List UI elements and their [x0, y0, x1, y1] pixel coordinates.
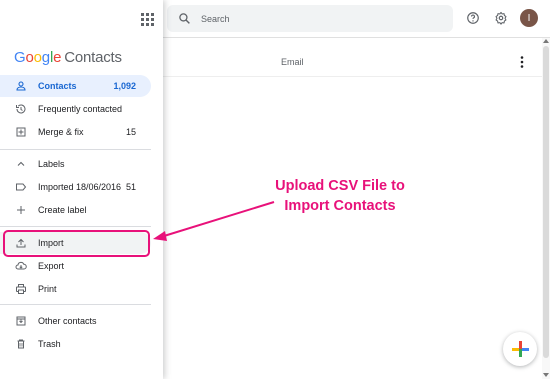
sidebar-item-trash[interactable]: Trash [0, 333, 151, 355]
help-icon[interactable] [466, 11, 480, 25]
cloud-download-icon [15, 261, 27, 270]
sidebar-item-label: Export [38, 261, 65, 271]
plus-icon [512, 341, 529, 357]
import-highlight-box [3, 230, 150, 257]
avatar[interactable]: I [520, 9, 538, 27]
apps-grid-icon[interactable] [139, 11, 155, 27]
sidebar-item-count: 51 [125, 182, 136, 192]
sidebar-item-label: Create label [38, 205, 87, 215]
plus-icon [17, 206, 25, 214]
create-contact-button[interactable] [503, 332, 537, 366]
trash-icon [17, 339, 25, 349]
chevron-up-icon [17, 161, 25, 166]
sidebar-item-contacts[interactable]: Contacts 1,092 [0, 75, 151, 97]
scroll-up-icon[interactable] [543, 39, 549, 43]
table-header: Email [163, 52, 543, 74]
avatar-initial: I [527, 12, 531, 24]
person-icon [16, 81, 26, 91]
table-header-divider [163, 76, 543, 77]
archive-icon [16, 316, 26, 326]
sidebar-item-other-contacts[interactable]: Other contacts [0, 310, 151, 332]
sidebar-item-label: Other contacts [38, 316, 97, 326]
search-bar[interactable] [167, 5, 453, 32]
annotation-line-2: Import Contacts [284, 198, 396, 214]
logo-letter: g [41, 49, 50, 66]
sidebar-divider [0, 304, 151, 305]
sidebar: Google Contacts Contacts 1,092 Frequently… [0, 0, 163, 379]
merge-icon [16, 127, 26, 137]
scroll-down-icon[interactable] [543, 373, 549, 377]
header-divider [163, 37, 550, 38]
sidebar-item-count: 1,092 [113, 81, 136, 91]
sidebar-item-imported-label[interactable]: Imported 18/06/2016 51 [0, 176, 151, 198]
sidebar-divider [0, 226, 151, 227]
sidebar-item-export[interactable]: Export [0, 255, 151, 277]
sidebar-item-print[interactable]: Print [0, 278, 151, 300]
contacts-app: I Email GoogleContacts Cont [0, 0, 550, 379]
sidebar-divider [0, 149, 151, 150]
sidebar-item-create-label[interactable]: Create label [0, 199, 151, 221]
sidebar-item-frequently-contacted[interactable]: Frequently contacted [0, 98, 151, 120]
settings-icon[interactable] [494, 11, 508, 25]
logo-letter: o [33, 49, 42, 66]
scrollbar[interactable] [542, 38, 550, 379]
more-vert-icon[interactable] [518, 55, 526, 69]
sidebar-item-label: Frequently contacted [38, 104, 123, 114]
print-icon [16, 284, 26, 294]
labels-heading-text: Labels [38, 159, 65, 169]
search-icon [179, 13, 190, 24]
sidebar-item-label: Contacts [38, 81, 77, 91]
logo-letter: o [25, 49, 34, 66]
sidebar-item-merge-fix[interactable]: Merge & fix 15 [0, 121, 151, 143]
sidebar-item-label: Print [38, 284, 57, 294]
sidebar-item-label: Merge & fix [38, 127, 84, 137]
logo-letter: G [14, 49, 26, 66]
annotation-line-1: Upload CSV File to [275, 178, 405, 194]
sidebar-item-label: Trash [38, 339, 61, 349]
label-icon [16, 183, 27, 191]
annotation-text: Upload CSV File to Import Contacts [240, 176, 440, 216]
scrollbar-thumb[interactable] [543, 46, 549, 358]
sidebar-item-label: Imported 18/06/2016 [38, 182, 122, 192]
search-input[interactable] [201, 11, 431, 26]
sidebar-item-count: 15 [125, 127, 136, 137]
labels-heading[interactable]: Labels [0, 153, 151, 175]
app-name: Contacts [64, 49, 122, 66]
email-column-header[interactable]: Email [281, 57, 304, 67]
history-icon [16, 104, 26, 114]
app-logo[interactable]: Google Contacts [14, 49, 122, 66]
logo-letter: e [53, 49, 62, 66]
